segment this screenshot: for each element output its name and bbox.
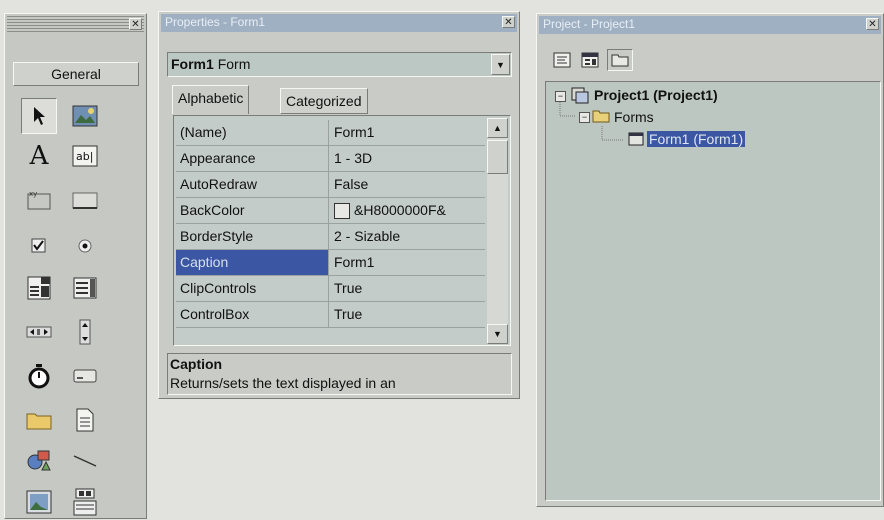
property-description: Caption Returns/sets the text displayed … [167, 353, 512, 395]
folder-icon [592, 110, 610, 123]
svg-text:ab|: ab| [76, 150, 93, 163]
toggle-folders-icon[interactable] [607, 49, 633, 71]
close-icon[interactable]: ✕ [866, 18, 879, 30]
label-icon[interactable]: A [21, 138, 57, 174]
property-row[interactable]: Appearance 1 - 3D [176, 146, 485, 172]
project-tree: − Project1 (Project1) − Forms Form1 (For… [545, 81, 881, 501]
scroll-thumb[interactable] [487, 140, 508, 174]
svg-text:xy: xy [29, 190, 37, 198]
project-title: Project - Project1 [543, 17, 636, 31]
hscrollbar-icon[interactable] [21, 314, 57, 350]
collapse-icon[interactable]: − [579, 112, 590, 123]
property-grid: (Name) Form1 Appearance 1 - 3D AutoRedraw F… [173, 115, 511, 346]
property-row[interactable]: AutoRedraw False [176, 172, 485, 198]
tab-alphabetic[interactable]: Alphabetic [172, 85, 250, 114]
close-icon[interactable]: ✕ [129, 18, 142, 30]
timer-icon[interactable] [21, 358, 57, 394]
tree-node-form1[interactable]: Form1 (Form1) [647, 131, 746, 147]
vscrollbar-icon[interactable] [67, 314, 103, 350]
commandbutton-icon[interactable] [67, 182, 103, 218]
properties-titlebar[interactable]: Properties - Form1 ✕ [161, 14, 517, 32]
properties-title: Properties - Form1 [165, 15, 266, 29]
close-icon[interactable]: ✕ [502, 16, 515, 28]
description-text: Returns/sets the text displayed in an [170, 375, 396, 391]
project-explorer-window: Project - Project1 ✕ − Project1 (Project… [536, 13, 884, 507]
optionbutton-icon[interactable] [67, 228, 103, 264]
property-row[interactable]: ControlBox True [176, 302, 485, 328]
toolbox-tab-general[interactable]: General [13, 62, 139, 86]
data-icon[interactable] [67, 484, 103, 520]
object-selector-value: Form1 Form [171, 56, 251, 72]
property-row[interactable]: (Name) Form1 [176, 120, 485, 146]
dirlistbox-icon[interactable] [21, 402, 57, 438]
combobox-icon[interactable] [21, 270, 57, 306]
property-row[interactable]: BorderStyle 2 - Sizable [176, 224, 485, 250]
property-row[interactable]: BackColor &H8000000F& [176, 198, 485, 224]
property-row-selected[interactable]: Caption Form1 [176, 250, 485, 276]
pointer-icon[interactable] [21, 98, 57, 134]
project-titlebar[interactable]: Project - Project1 ✕ [539, 16, 881, 34]
listbox-icon[interactable] [67, 270, 103, 306]
property-scrollbar[interactable]: ▲ ▼ [487, 118, 508, 344]
picturebox-icon[interactable] [67, 98, 103, 134]
toolbox-titlebar[interactable]: ✕ [7, 16, 144, 34]
description-title: Caption [170, 356, 223, 372]
tab-categorized[interactable]: Categorized [280, 88, 368, 114]
tree-node-forms[interactable]: Forms [614, 109, 654, 125]
properties-window: Properties - Form1 ✕ Form1 Form ▼ Alphab… [158, 11, 520, 399]
checkbox-icon[interactable] [21, 228, 57, 264]
scroll-down-icon[interactable]: ▼ [487, 324, 508, 344]
filelistbox-icon[interactable] [67, 402, 103, 438]
textbox-icon[interactable]: ab| [67, 138, 103, 174]
shape-icon[interactable] [21, 442, 57, 478]
view-code-icon[interactable] [551, 49, 573, 71]
chevron-down-icon[interactable]: ▼ [491, 54, 510, 75]
drivelistbox-icon[interactable] [67, 358, 103, 394]
property-row[interactable]: ClipControls True [176, 276, 485, 302]
view-object-icon[interactable] [579, 49, 601, 71]
scroll-up-icon[interactable]: ▲ [487, 118, 508, 138]
image-icon[interactable] [21, 484, 57, 520]
frame-icon[interactable]: xy [21, 182, 57, 218]
form-icon [628, 132, 644, 146]
line-icon[interactable] [67, 442, 103, 478]
object-selector[interactable]: Form1 Form ▼ [167, 52, 512, 77]
toolbox-window: ✕ General A ab| xy [4, 13, 147, 519]
tree-lines [559, 102, 624, 141]
color-swatch-icon [334, 203, 350, 219]
